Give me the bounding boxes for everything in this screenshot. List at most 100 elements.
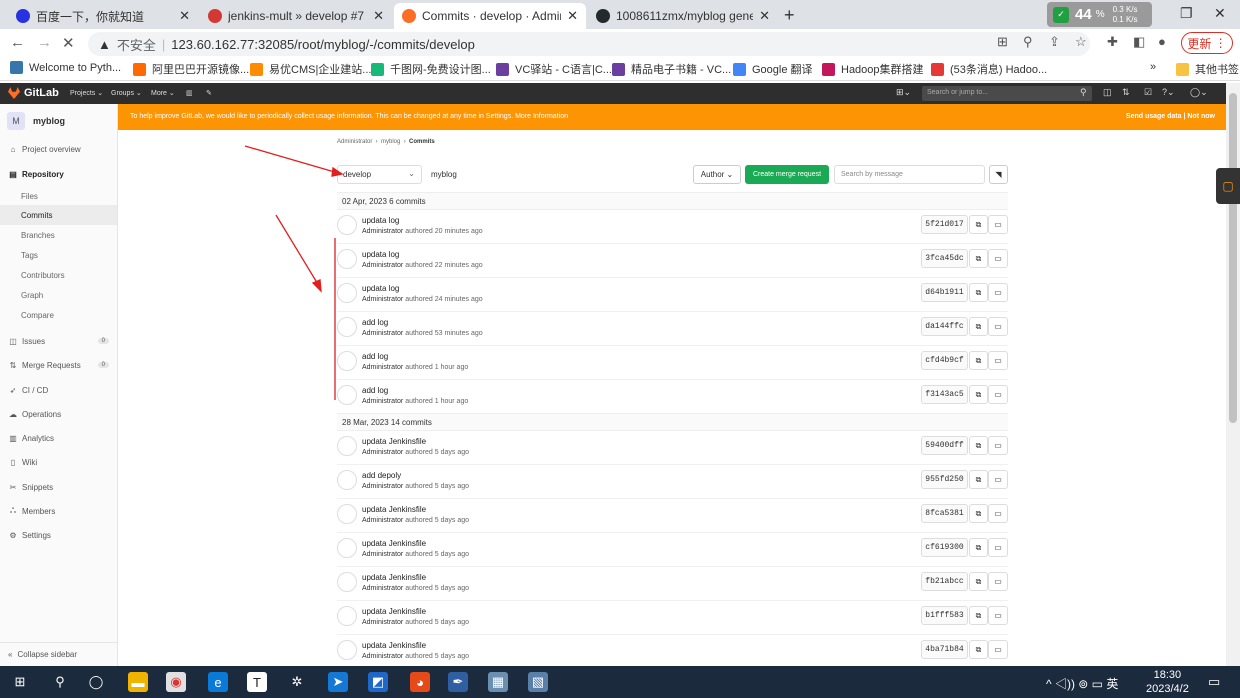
user-avatar-menu[interactable]: ◯⌄ <box>1190 87 1208 98</box>
browser-tab[interactable]: 1008611zmx/myblog general ✕ <box>588 3 778 29</box>
browse-files-icon[interactable]: ▭ <box>988 572 1008 591</box>
chrome-icon[interactable]: ◉ <box>166 672 186 692</box>
close-tab-icon[interactable]: ✕ <box>179 8 190 24</box>
commit-author[interactable]: Administrator <box>362 228 403 235</box>
copy-icon[interactable]: ⧉ <box>969 385 988 404</box>
todos-icon[interactable]: ☑ <box>1144 87 1152 98</box>
bookmark-item[interactable]: Hadoop集群搭建 <box>822 61 924 77</box>
browse-files-icon[interactable]: ▭ <box>988 436 1008 455</box>
commit-title[interactable]: updata log <box>362 284 399 293</box>
bookmark-item[interactable]: 千图网-免费设计图... <box>371 61 491 77</box>
sidebar-item-tags[interactable]: Tags <box>0 245 117 265</box>
activity-chart-icon[interactable]: ▥ <box>186 89 193 97</box>
commit-sha-button[interactable]: fb21abcc <box>921 572 968 591</box>
commit-author[interactable]: Administrator <box>362 398 403 405</box>
zoom-icon[interactable]: ⚲ <box>1023 34 1033 50</box>
commit-sha-button[interactable]: cf619300 <box>921 538 968 557</box>
commit-sha-button[interactable]: 4ba71b84 <box>921 640 968 659</box>
app-blue-icon[interactable]: ◩ <box>368 672 388 692</box>
copy-icon[interactable]: ⧉ <box>969 538 988 557</box>
browser-tab[interactable]: 百度一下，你就知道 ✕ <box>8 3 198 29</box>
sidebar-item-project-overview[interactable]: ⌂ Project overview <box>0 139 117 159</box>
author-avatar[interactable] <box>337 538 357 558</box>
restore-window-icon[interactable]: ❐ <box>1180 5 1193 22</box>
bookmark-item[interactable]: 易优CMS|企业建站... <box>250 61 371 77</box>
sidepanel-icon[interactable]: ◧ <box>1133 34 1145 50</box>
commit-title[interactable]: updata Jenkinsfile <box>362 607 426 616</box>
copy-icon[interactable]: ⧉ <box>969 606 988 625</box>
clock[interactable]: 18:30 2023/4/2 <box>1146 668 1189 696</box>
commit-title[interactable]: add depoly <box>362 471 401 480</box>
commit-title[interactable]: add log <box>362 318 388 327</box>
bookmark-item[interactable]: VC驿站 - C语言|C... <box>496 61 612 77</box>
commit-title[interactable]: add log <box>362 352 388 361</box>
browser-tab[interactable]: jenkins-mult » develop #7 Cor ✕ <box>200 3 392 29</box>
commit-sha-button[interactable]: b1fff583 <box>921 606 968 625</box>
sidebar-item-contributors[interactable]: Contributors <box>0 265 117 285</box>
bookmark-item[interactable]: 精品电子书籍 - VC... <box>612 61 731 77</box>
browse-files-icon[interactable]: ▭ <box>988 317 1008 336</box>
bookmark-item[interactable]: (53条消息) Hadoo... <box>931 61 1047 77</box>
system-tray[interactable]: ^ ◁)) ⊚ ▭ 英 <box>1046 675 1118 692</box>
update-button[interactable]: 更新 ⋮ <box>1181 32 1233 54</box>
close-tab-icon[interactable]: ✕ <box>373 8 384 24</box>
stop-loading-icon[interactable]: ✕ <box>62 34 75 52</box>
author-avatar[interactable] <box>337 351 357 371</box>
author-avatar[interactable] <box>337 504 357 524</box>
rss-icon[interactable]: ◥ <box>989 165 1008 184</box>
breadcrumb-item[interactable]: Administrator <box>337 139 372 145</box>
settings-gear-icon[interactable]: ✲ <box>287 672 307 692</box>
close-window-icon[interactable]: ✕ <box>1214 5 1226 22</box>
copy-icon[interactable]: ⧉ <box>969 351 988 370</box>
translate-icon[interactable]: ⊞ <box>997 34 1008 50</box>
commit-author[interactable]: Administrator <box>362 364 403 371</box>
file-explorer-icon[interactable]: ▬ <box>128 672 148 692</box>
collapse-sidebar-button[interactable]: « Collapse sidebar <box>0 642 117 666</box>
commit-title[interactable]: updata Jenkinsfile <box>362 573 426 582</box>
task-view-icon[interactable]: ◯ <box>86 672 106 692</box>
plus-menu-icon[interactable]: ⊞⌄ <box>896 87 911 98</box>
copy-icon[interactable]: ⧉ <box>969 317 988 336</box>
author-avatar[interactable] <box>337 249 357 269</box>
author-avatar[interactable] <box>337 283 357 303</box>
author-avatar[interactable] <box>337 572 357 592</box>
commit-sha-button[interactable]: cfd4b9cf <box>921 351 968 370</box>
gitlab-search-input[interactable]: Search or jump to... <box>922 86 1092 101</box>
commit-title[interactable]: updata Jenkinsfile <box>362 641 426 650</box>
app-red-icon[interactable]: ◕ <box>410 672 430 692</box>
bookmarks-overflow-button[interactable]: » <box>1150 61 1156 73</box>
scrollbar-thumb[interactable] <box>1229 93 1237 423</box>
sidebar-item-operations[interactable]: ☁ Operations <box>0 404 117 424</box>
banner-actions[interactable]: Send usage data | Not now <box>1126 113 1215 120</box>
browse-files-icon[interactable]: ▭ <box>988 640 1008 659</box>
search-by-message-input[interactable]: Search by message <box>834 165 985 184</box>
browser-tab[interactable]: Commits · develop · Administr ✕ <box>394 3 586 29</box>
commit-title[interactable]: add log <box>362 386 388 395</box>
bookmark-item[interactable]: 阿里巴巴开源镜像... <box>133 61 249 77</box>
copy-icon[interactable]: ⧉ <box>969 249 988 268</box>
sidebar-item-commits[interactable]: Commits <box>0 205 117 225</box>
sidebar-item-snippets[interactable]: ✂ Snippets <box>0 477 117 497</box>
sidebar-item-compare[interactable]: Compare <box>0 305 117 325</box>
author-avatar[interactable] <box>337 215 357 235</box>
browse-files-icon[interactable]: ▭ <box>988 538 1008 557</box>
other-bookmarks[interactable]: 其他书签 <box>1176 61 1239 77</box>
author-avatar[interactable] <box>337 436 357 456</box>
more-menu[interactable]: More ⌄ <box>151 89 175 97</box>
copy-icon[interactable]: ⧉ <box>969 470 988 489</box>
browse-files-icon[interactable]: ▭ <box>988 504 1008 523</box>
forward-arrow-icon[interactable]: → <box>37 34 52 51</box>
bookmark-item[interactable]: Welcome to Pyth... <box>10 61 121 74</box>
commit-sha-button[interactable]: f3143ac5 <box>921 385 968 404</box>
sidebar-project-header[interactable]: Mmyblog <box>7 112 65 130</box>
gitlab-logo[interactable]: GitLab <box>8 87 59 99</box>
commit-author[interactable]: Administrator <box>362 330 403 337</box>
commit-sha-button[interactable]: 8fca5381 <box>921 504 968 523</box>
sidebar-item-branches[interactable]: Branches <box>0 225 117 245</box>
commit-author[interactable]: Administrator <box>362 449 403 456</box>
sidebar-item-merge-requests[interactable]: ⇅ Merge Requests 0 <box>0 355 117 375</box>
sidebar-item-analytics[interactable]: ▥ Analytics <box>0 428 117 448</box>
copy-icon[interactable]: ⧉ <box>969 436 988 455</box>
bookmark-star-icon[interactable]: ☆ <box>1075 34 1087 50</box>
copy-icon[interactable]: ⧉ <box>969 504 988 523</box>
